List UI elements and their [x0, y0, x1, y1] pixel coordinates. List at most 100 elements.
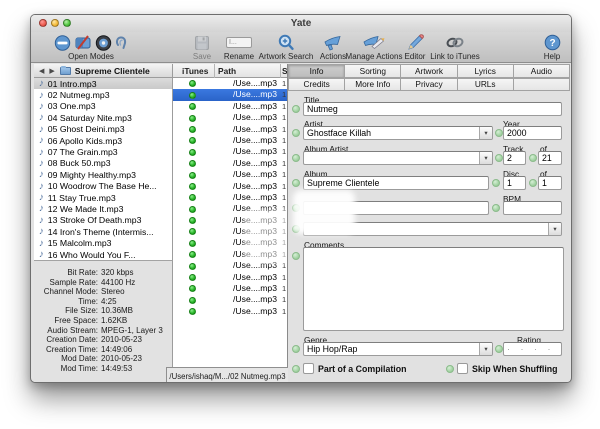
- table-row[interactable]: /Use....mp31: [173, 181, 287, 192]
- editor-button[interactable]: Editor: [400, 34, 430, 62]
- tab-lyrics[interactable]: Lyrics: [457, 64, 514, 78]
- genre-combo[interactable]: Hip Hop/Rap▾: [303, 342, 493, 356]
- list-item[interactable]: ♪03 One.mp3: [34, 101, 172, 112]
- table-row[interactable]: /Use....mp31: [173, 169, 287, 180]
- bpm-field[interactable]: [503, 201, 562, 215]
- disc-field[interactable]: 1: [503, 176, 526, 190]
- table-row[interactable]: /Use....mp31: [173, 112, 287, 123]
- table-row[interactable]: /Use....mp31: [173, 192, 287, 203]
- track-field[interactable]: 2: [503, 151, 526, 165]
- open-modes-group[interactable]: Open Modes: [35, 34, 147, 62]
- paperclip-icon[interactable]: [114, 35, 129, 51]
- back-arrow-icon[interactable]: ◀: [39, 67, 44, 75]
- compilation-checkbox[interactable]: [303, 363, 314, 374]
- titlebar: Yate: [31, 15, 571, 32]
- table-row[interactable]: /Use....mp31: [173, 124, 287, 135]
- redaction-blur: [293, 190, 355, 234]
- magnifier-plus-icon: [277, 34, 295, 51]
- table-row[interactable]: /Use....mp31: [173, 306, 287, 317]
- help-button[interactable]: ? Help: [533, 34, 571, 62]
- folder-name[interactable]: Supreme Clientele: [75, 66, 150, 76]
- info-row: Channel Mode:Stereo: [34, 287, 172, 297]
- table-row[interactable]: /Use....mp31: [173, 89, 287, 100]
- save-button[interactable]: Save: [182, 34, 222, 62]
- music-note-icon: ♪: [39, 135, 45, 146]
- artwork-search-button[interactable]: Artwork Search: [255, 34, 317, 62]
- year-field[interactable]: 2000: [503, 126, 562, 140]
- disc-of-field[interactable]: 1: [538, 176, 562, 190]
- chevron-down-icon[interactable]: ▾: [479, 127, 492, 139]
- modes-icon[interactable]: [74, 35, 93, 51]
- list-item[interactable]: ♪02 Nutmeg.mp3: [34, 89, 172, 100]
- list-item[interactable]: ♪05 Ghost Deini.mp3: [34, 124, 172, 135]
- itunes-column-header[interactable]: iTunes: [182, 66, 208, 76]
- album-artist-combo[interactable]: ▾: [303, 151, 493, 165]
- artist-combo[interactable]: Ghostface Killah▾: [303, 126, 493, 140]
- list-item[interactable]: ♪14 Iron's Theme (Intermis...: [34, 226, 172, 237]
- genre-status-dot: [292, 345, 300, 353]
- table-row[interactable]: /Use....mp31: [173, 135, 287, 146]
- disc-icon[interactable]: [95, 35, 112, 51]
- table-row[interactable]: /Use....mp31: [173, 272, 287, 283]
- column-divider[interactable]: [280, 64, 281, 78]
- list-item[interactable]: ♪07 The Grain.mp3: [34, 146, 172, 157]
- list-item[interactable]: ♪04 Saturday Nite.mp3: [34, 112, 172, 123]
- column-divider[interactable]: [214, 64, 215, 78]
- table-row[interactable]: /Use....mp31: [173, 283, 287, 294]
- list-item[interactable]: ♪06 Apollo Kids.mp3: [34, 135, 172, 146]
- tab-info[interactable]: Info: [288, 64, 345, 78]
- path-cell: /Use....mp3: [215, 169, 277, 180]
- link-itunes-button[interactable]: Link to iTunes: [427, 34, 483, 62]
- chevron-down-icon[interactable]: ▾: [479, 343, 492, 355]
- path-column-header[interactable]: Path: [218, 66, 236, 76]
- clipped-column-header[interactable]: S: [282, 66, 288, 76]
- comments-field[interactable]: [303, 247, 564, 331]
- chevron-down-icon[interactable]: ▾: [479, 152, 492, 164]
- table-row[interactable]: /Use....mp31: [173, 101, 287, 112]
- browser-header: ◀ ▶ Supreme Clientele: [34, 64, 173, 78]
- title-field[interactable]: Nutmeg: [303, 102, 562, 116]
- list-item[interactable]: ♪09 Mighty Healthy.mp3: [34, 169, 172, 180]
- info-value: 14:49:06: [101, 345, 132, 355]
- list-item[interactable]: ♪16 Who Would You F...: [34, 249, 172, 260]
- artist-status-dot: [292, 129, 300, 137]
- file-list[interactable]: ♪01 Intro.mp3♪02 Nutmeg.mp3♪03 One.mp3♪0…: [34, 78, 173, 260]
- chevron-down-icon[interactable]: ▾: [548, 223, 561, 235]
- table-row[interactable]: /Use....mp31: [173, 294, 287, 305]
- music-note-icon: ♪: [39, 78, 45, 89]
- help-icon: ?: [544, 34, 561, 51]
- tab-audio[interactable]: Audio: [513, 64, 570, 78]
- list-item[interactable]: ♪15 Malcolm.mp3: [34, 237, 172, 248]
- itunes-status-dot: [189, 263, 196, 270]
- tab-sorting[interactable]: Sorting: [344, 64, 401, 78]
- tab-more-info[interactable]: More Info: [344, 78, 401, 92]
- rating-field[interactable]: · · · · ·: [503, 342, 562, 356]
- manage-actions-button[interactable]: Manage Actions: [343, 34, 405, 62]
- tab-privacy[interactable]: Privacy: [400, 78, 457, 92]
- list-item[interactable]: ♪08 Buck 50.mp3: [34, 158, 172, 169]
- list-item[interactable]: ♪10 Woodrow The Base He...: [34, 181, 172, 192]
- list-item[interactable]: ♪01 Intro.mp3: [34, 78, 172, 89]
- album-field[interactable]: Supreme Clientele: [303, 176, 489, 190]
- list-item[interactable]: ♪11 Stay True.mp3: [34, 192, 172, 203]
- track-of-field[interactable]: 21: [538, 151, 562, 165]
- info-label: Mod Time:: [34, 364, 98, 374]
- table-row[interactable]: /Use....mp31: [173, 78, 287, 89]
- table-body[interactable]: /Use....mp31/Use....mp31/Use....mp31/Use…: [173, 78, 287, 317]
- minus-circle-icon[interactable]: [53, 35, 72, 51]
- list-item[interactable]: ♪13 Stroke Of Death.mp3: [34, 215, 172, 226]
- itunes-status-dot: [189, 172, 196, 179]
- skip-shuffling-checkbox[interactable]: [457, 363, 468, 374]
- tab-artwork[interactable]: Artwork: [400, 64, 457, 78]
- table-row[interactable]: /Use....mp31: [173, 158, 287, 169]
- tab-urls[interactable]: URLs: [457, 78, 514, 92]
- forward-arrow-icon[interactable]: ▶: [49, 67, 54, 75]
- list-item[interactable]: ♪12 We Made It.mp3: [34, 203, 172, 214]
- tab-credits[interactable]: Credits: [288, 78, 345, 92]
- file-name: 14 Iron's Theme (Intermis...: [48, 227, 154, 237]
- album-status-dot: [292, 179, 300, 187]
- clipped-cell: 1: [282, 306, 286, 317]
- path-cell: /Use....mp3: [215, 158, 277, 169]
- music-note-icon: ♪: [39, 112, 45, 123]
- table-row[interactable]: /Use....mp31: [173, 146, 287, 157]
